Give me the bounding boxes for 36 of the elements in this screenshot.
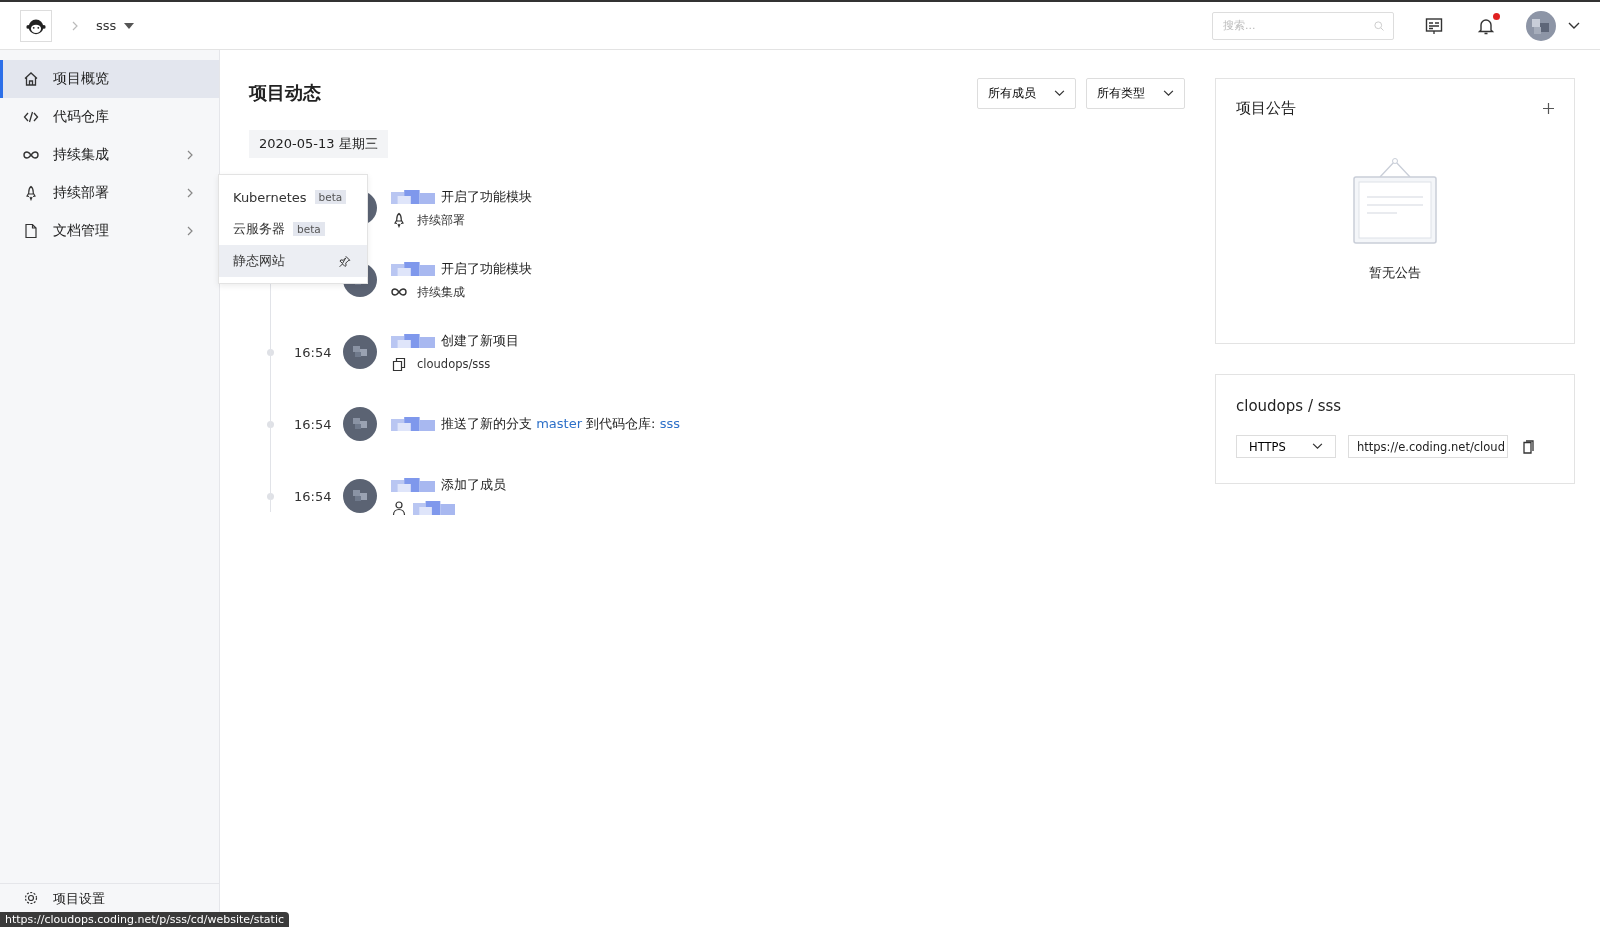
settings-label[interactable]: 项目设置 xyxy=(53,890,199,908)
filter-dropdown[interactable]: 所有成员 xyxy=(977,77,1076,109)
status-url-tooltip: https://cloudops.coding.net/p/sss/cd/website/static xyxy=(0,912,290,927)
beta-badge: beta xyxy=(314,190,347,204)
card-title: cloudops / sss xyxy=(1236,397,1343,415)
sidebar-item[interactable]: 项目概览 xyxy=(0,60,219,98)
event-text: 创建了新项目 xyxy=(441,332,519,350)
menu-item[interactable]: Kubernetes beta xyxy=(219,181,367,213)
event-detail: 持续部署 xyxy=(417,212,465,228)
search-field[interactable]: 搜索... xyxy=(1212,11,1394,40)
event-time: 16:54 xyxy=(294,416,332,432)
event-detail: 持续集成 xyxy=(417,284,465,300)
beta-badge: beta xyxy=(293,222,325,236)
event-time: 16:54 xyxy=(294,344,332,360)
section-title: 项目动态 xyxy=(249,81,321,105)
menu-item[interactable]: 云服务器 beta xyxy=(219,213,367,245)
event-text: 开启了功能模块 xyxy=(441,188,532,206)
event-text: 推送了新的分支 master 到代码仓库: sss xyxy=(441,415,680,433)
project-selector[interactable]: sss xyxy=(92,16,139,35)
branch-link[interactable]: master xyxy=(536,416,582,431)
filter-dropdown[interactable]: 所有类型 xyxy=(1086,77,1185,109)
event-time: 16:54 xyxy=(294,488,332,504)
sidebar-item[interactable]: 持续集成 xyxy=(0,136,219,174)
menu-item[interactable]: 静态网站 xyxy=(219,245,367,277)
url-field[interactable]: https://e.coding.net/cloud xyxy=(1348,435,1508,458)
event-text: 开启了功能模块 xyxy=(441,260,532,278)
event-detail: cloudops/sss xyxy=(417,357,491,371)
empty-text: 暂无公告 xyxy=(1369,264,1421,282)
event-text: 添加了成员 xyxy=(441,476,506,494)
date-label: 2020-05-13 星期三 xyxy=(249,130,388,158)
card-title: 项目公告 xyxy=(1236,99,1296,118)
sidebar-item[interactable]: 持续部署 xyxy=(0,174,219,212)
sidebar-item[interactable]: 文档管理 xyxy=(0,212,219,250)
repo-link[interactable]: sss xyxy=(659,416,680,431)
sidebar-item[interactable]: 代码仓库 xyxy=(0,98,219,136)
protocol-dropdown[interactable]: HTTPS xyxy=(1236,435,1336,458)
